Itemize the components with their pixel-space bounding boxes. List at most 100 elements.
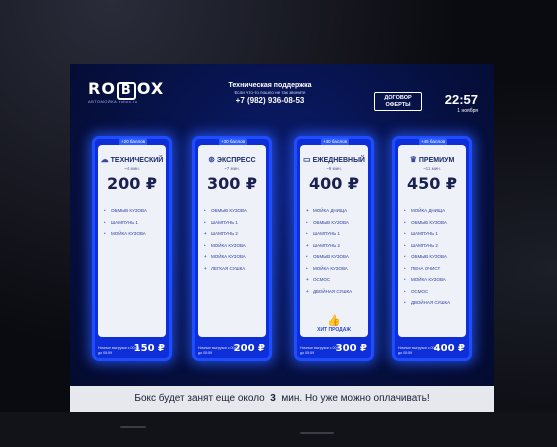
service-item-label: ОБМЫВ КУЗОВА xyxy=(411,254,447,259)
offer-agreement-button[interactable]: ДОГОВОР ОФЕРТЫ xyxy=(374,92,422,111)
bullet-icon: • xyxy=(404,219,406,225)
service-item: + ШАМПУНЬ 2 xyxy=(306,240,364,252)
status-ticker: Бокс будет занят еще около 3 мин. Но уже… xyxy=(70,386,494,412)
night-price: 300 ₽ xyxy=(335,343,367,354)
clock: 22:57 1 ноября xyxy=(438,92,478,114)
service-item: • ОБМЫВ КУЗОВА xyxy=(404,251,462,263)
tariff-price: 450 ₽ xyxy=(406,174,458,193)
crown-icon: ♛ xyxy=(409,155,417,164)
service-item-label: ПЕНА ОЧИСТ xyxy=(411,265,441,271)
service-item: + ШАМПУНЬ 2 xyxy=(204,228,262,240)
service-item: • ОБМЫВ КУЗОВА xyxy=(404,217,462,229)
service-list: • ОБМЫВ КУЗОВА • ШАМПУНЬ 1 • МОЙКА КУЗОВА xyxy=(104,205,162,240)
service-item-label: ОБМЫВ КУЗОВА xyxy=(313,219,349,225)
bullet-icon: • xyxy=(404,254,406,259)
tariff-panel: ▭ ЕЖЕДНЕВНЫЙ ~9 мин. 400 ₽ + МОЙКА ДНИЩА • О… xyxy=(300,145,368,337)
bullet-icon: • xyxy=(104,231,106,236)
service-item-label: ОБМЫВ КУЗОВА xyxy=(111,208,147,213)
plus-icon: + xyxy=(306,208,309,213)
support-phone: +7 (982) 936-08-53 xyxy=(235,96,305,105)
tariff-duration: ~4 мин. xyxy=(124,166,140,171)
service-item-label: МОЙКА ДНИЩА xyxy=(411,208,446,213)
service-item-label: ШАМПУНЬ 2 xyxy=(313,242,340,248)
service-item-label: ОБМЫВ КУЗОВА xyxy=(211,208,247,213)
bestseller-text: ХИТ ПРОДАЖ xyxy=(317,327,351,333)
service-item: • ДВОЙНАЯ СУШКА xyxy=(404,297,462,309)
tariff-panel: ⊛ ЭКСПРЕСС ~7 мин. 300 ₽ • ОБМЫВ КУЗОВА • ША… xyxy=(198,145,266,337)
bullet-icon: • xyxy=(204,219,206,225)
tariff-card[interactable]: +20 баллов ☁ ТЕХНИЧЕСКИЙ ~4 мин. 200 ₽ • О… xyxy=(92,136,172,361)
service-list: • МОЙКА ДНИЩА • ОБМЫВ КУЗОВА • ШАМПУНЬ 1 • ШАМП… xyxy=(404,205,462,309)
kiosk-screen: RO B OX АВТОМОЙКА robox.ru Техническая под… xyxy=(70,64,494,412)
service-item: + МОЙКА ДНИЩА xyxy=(306,205,364,217)
service-item-label: ШАМПУНЬ 1 xyxy=(411,231,438,236)
service-item: + ОСМОС xyxy=(306,274,364,286)
service-item: + ЛЕГКАЯ СУШКА xyxy=(204,263,262,275)
service-list: + МОЙКА ДНИЩА • ОБМЫВ КУЗОВА • ШАМПУНЬ 1 + ШАМП… xyxy=(306,205,364,297)
service-item: + МОЙКА КУЗОВА xyxy=(204,251,262,263)
service-item-label: МОЙКА КУЗОВА xyxy=(411,277,446,282)
service-item: • МОЙКА КУЗОВА xyxy=(204,240,262,252)
service-item: + ДВОЙНАЯ СУШКА xyxy=(306,286,364,298)
bullet-icon: • xyxy=(306,254,308,259)
bullet-icon: • xyxy=(404,277,406,282)
support-title: Техническая поддержка xyxy=(228,82,312,89)
night-price: 150 ₽ xyxy=(133,343,165,354)
clock-date: 1 ноября xyxy=(457,108,478,114)
service-item-label: ШАМПУНЬ 1 xyxy=(111,219,138,225)
bullet-icon: • xyxy=(404,242,406,248)
tariff-card[interactable]: +40 баллов ▭ ЕЖЕДНЕВНЫЙ ~9 мин. 400 ₽ + МО… xyxy=(294,136,374,361)
bullet-icon: • xyxy=(404,300,406,305)
service-list: • ОБМЫВ КУЗОВА • ШАМПУНЬ 1 + ШАМПУНЬ 2 • МОЙКА … xyxy=(204,205,262,274)
service-item: • ОБМЫВ КУЗОВА xyxy=(204,205,262,217)
tariff-title: ☁ ТЕХНИЧЕСКИЙ xyxy=(98,155,166,164)
service-item: • ШАМПУНЬ 2 xyxy=(404,240,462,252)
service-item: • МОЙКА КУЗОВА xyxy=(104,228,162,240)
service-item: • МОЙКА КУЗОВА xyxy=(306,263,364,275)
frame-detail xyxy=(120,426,146,428)
tariff-card[interactable]: +30 баллов ⊛ ЭКСПРЕСС ~7 мин. 300 ₽ • ОБМЫ… xyxy=(192,136,272,361)
logo-subtitle: АВТОМОЙКА robox.ru xyxy=(88,99,138,104)
plus-icon: + xyxy=(306,277,309,282)
service-item-label: МОЙКА КУЗОВА xyxy=(313,265,348,271)
service-item: • ШАМПУНЬ 1 xyxy=(306,228,364,240)
service-item-label: ШАМПУНЬ 2 xyxy=(211,231,238,236)
kiosk-frame-bottom xyxy=(0,412,557,447)
service-item: • ПЕНА ОЧИСТ xyxy=(404,263,462,275)
support-note: Если что-то пошло не так звоните xyxy=(234,90,306,95)
tariff-price: 300 ₽ xyxy=(206,174,258,193)
tariff-panel: ☁ ТЕХНИЧЕСКИЙ ~4 мин. 200 ₽ • ОБМЫВ КУЗОВА… xyxy=(98,145,166,337)
robox-logo: RO B OX xyxy=(88,79,165,100)
service-item: • ШАМПУНЬ 1 xyxy=(404,228,462,240)
bullet-icon: • xyxy=(404,288,406,294)
tariff-duration: ~7 мин. xyxy=(224,166,240,171)
tariff-title-text: ЕЖЕДНЕВНЫЙ xyxy=(312,157,365,164)
night-price: 200 ₽ xyxy=(233,343,265,354)
bullet-icon: • xyxy=(404,265,406,271)
plus-icon: + xyxy=(306,288,309,294)
bullet-icon: • xyxy=(204,208,206,213)
service-item-label: ОБМЫВ КУЗОВА xyxy=(411,219,447,225)
tariff-card[interactable]: +45 баллов ♛ ПРЕМИУМ ~11 мин. 450 ₽ • МОЙК… xyxy=(392,136,472,361)
cloud-icon: ☁ xyxy=(100,155,109,164)
tariff-title: ♛ ПРЕМИУМ xyxy=(398,155,466,164)
night-price: 400 ₽ xyxy=(433,343,465,354)
service-item-label: МОЙКА ДНИЩА xyxy=(313,208,348,213)
plus-icon: + xyxy=(204,231,207,236)
tariff-title: ▭ ЕЖЕДНЕВНЫЙ xyxy=(300,155,368,164)
service-item-label: МОЙКА КУЗОВА xyxy=(211,254,246,259)
service-item-label: МОЙКА КУЗОВА xyxy=(211,242,246,248)
bullet-icon: • xyxy=(306,231,308,236)
bullet-icon: • xyxy=(306,265,308,271)
service-item: • ОСМОС xyxy=(404,286,462,298)
service-item-label: ШАМПУНЬ 1 xyxy=(211,219,238,225)
tariff-title: ⊛ ЭКСПРЕСС xyxy=(198,155,266,164)
bullet-icon: • xyxy=(104,219,106,225)
steering-wheel-icon: ⊛ xyxy=(208,155,215,164)
ticker-minutes: 3 xyxy=(270,393,276,404)
tariff-duration: ~11 мин. xyxy=(423,166,441,171)
service-item-label: МОЙКА КУЗОВА xyxy=(111,231,146,236)
frame-detail xyxy=(300,432,334,434)
bullet-icon: • xyxy=(404,231,406,236)
bullet-icon: • xyxy=(404,208,406,213)
